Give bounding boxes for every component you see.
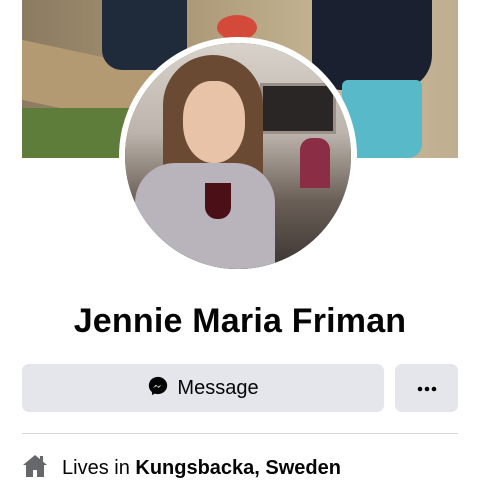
profile-name: Jennie Maria Friman	[73, 302, 407, 340]
section-divider	[22, 433, 458, 434]
home-icon	[22, 454, 48, 483]
photo-wine-glass	[205, 183, 231, 219]
profile-picture[interactable]	[125, 43, 351, 269]
lives-in-prefix: Lives in	[62, 457, 130, 479]
intro-lives-in-text: Lives in Kungsbacka, Sweden	[62, 457, 341, 480]
photo-sweater	[135, 163, 275, 269]
location-link[interactable]: Kungsbacka, Sweden	[135, 457, 341, 479]
more-options-button[interactable]	[395, 364, 458, 412]
photo-window	[260, 83, 336, 134]
message-button[interactable]: Message	[22, 364, 384, 412]
photo-background-person	[300, 138, 330, 188]
message-button-label: Message	[177, 376, 259, 399]
more-options-icon	[417, 379, 437, 397]
messenger-icon	[147, 375, 169, 402]
intro-lives-in: Lives in Kungsbacka, Sweden	[22, 454, 341, 483]
photo-face	[183, 81, 245, 163]
